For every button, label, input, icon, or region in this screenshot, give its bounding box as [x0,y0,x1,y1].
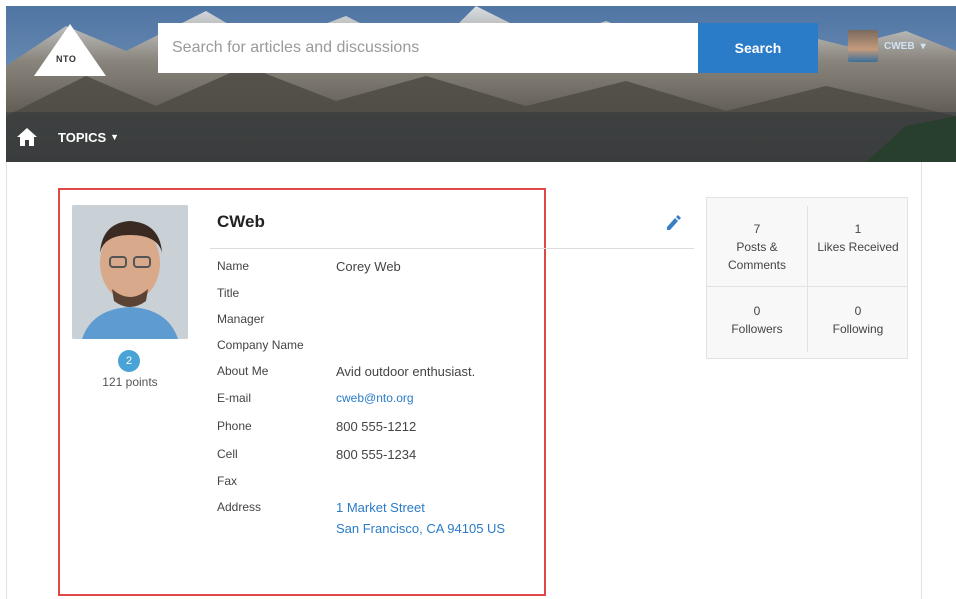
field-label-title: Title [217,286,240,300]
stat-count: 7 [753,222,761,236]
navbar: TOPICS ▼ [6,112,956,162]
field-value-name: Corey Web [336,259,401,274]
stat-count: 1 [854,222,862,236]
topics-menu[interactable]: TOPICS ▼ [58,130,119,145]
field-value-phone: 800 555-1212 [336,419,417,434]
stat-likes-received[interactable]: 1 Likes Received [808,220,908,256]
profile-photo [72,205,188,339]
chevron-down-icon: ▼ [110,132,120,142]
stat-label: Likes Received [817,240,899,254]
user-name: CWEB [884,40,915,52]
topics-label: TOPICS [58,129,107,145]
stats-panel: 7 Posts & Comments 1 Likes Received 0 Fo… [706,197,908,359]
stat-label: Posts & [736,240,778,254]
field-value-about: Avid outdoor enthusiast. [336,364,476,379]
stat-count: 0 [854,304,862,318]
stat-label: Comments [727,258,786,272]
search-button[interactable]: Search [698,23,818,73]
points-level-badge: 2 [118,350,140,372]
field-label-phone: Phone [217,419,252,433]
search-input[interactable] [158,23,698,73]
nto-logo[interactable] [30,18,110,80]
points-text: 121 points [102,375,158,389]
field-label-manager: Manager [217,312,265,326]
field-label-about: About Me [217,364,269,378]
field-label-address: Address [217,500,262,514]
stat-followers[interactable]: 0 Followers [707,302,807,338]
stat-posts-comments[interactable]: 7 Posts & Comments [707,220,807,274]
pencil-icon[interactable] [664,214,682,232]
divider [210,248,694,249]
field-label-cell: Cell [217,447,238,461]
home-icon[interactable] [16,126,38,148]
field-label-name: Name [217,259,250,273]
stat-label: Followers [731,322,783,336]
user-menu[interactable]: CWEB ▾ [848,28,926,64]
chevron-down-icon: ▾ [920,40,926,52]
stat-label: Following [832,322,884,336]
logo-text: NTO [56,54,77,64]
address-line2-link[interactable]: San Francisco, CA 94105 US [336,521,505,536]
divider [707,286,907,287]
address-line1-link[interactable]: 1 Market Street [336,500,425,515]
field-label-fax: Fax [217,474,238,488]
profile-name: CWeb [217,212,265,231]
stat-following[interactable]: 0 Following [808,302,908,338]
stat-count: 0 [753,304,761,318]
email-link[interactable]: cweb@nto.org [336,391,414,405]
field-label-email: E-mail [217,391,252,405]
field-label-company: Company Name [217,338,304,352]
user-avatar [848,30,878,62]
field-value-cell: 800 555-1234 [336,447,417,462]
